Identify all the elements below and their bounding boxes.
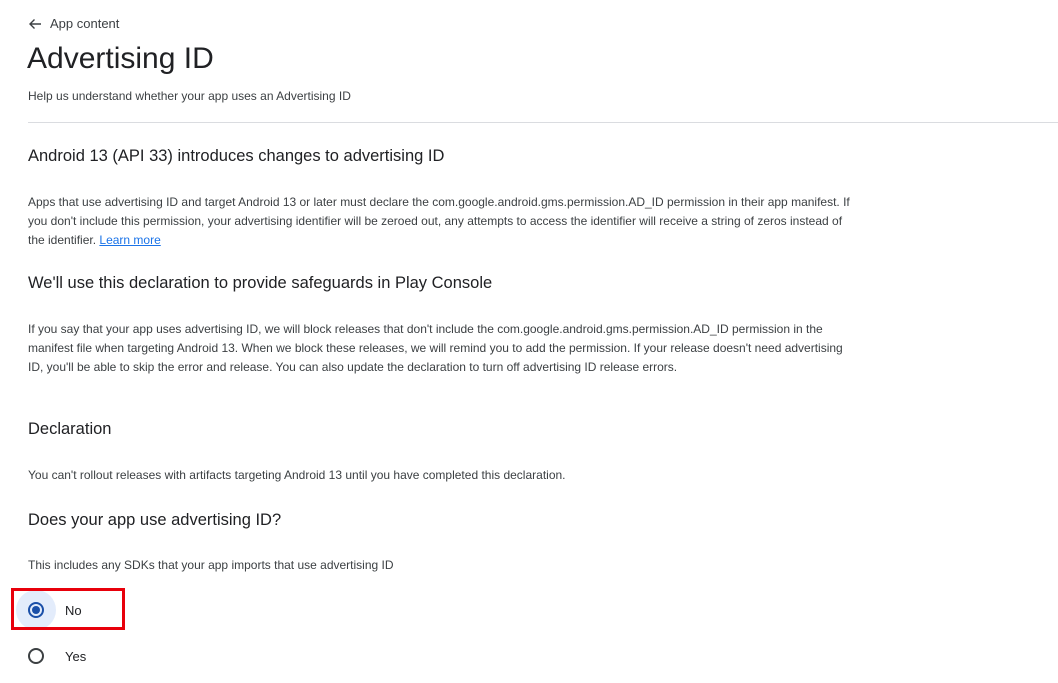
header-divider (28, 122, 1058, 123)
page-title: Advertising ID (27, 42, 214, 75)
radio-label-yes: Yes (65, 648, 87, 664)
back-link-label: App content (50, 16, 120, 31)
learn-more-link[interactable]: Learn more (99, 233, 160, 247)
radio-label-no: No (65, 602, 82, 618)
radio-halo (16, 636, 56, 676)
section-heading-android13: Android 13 (API 33) introduces changes t… (28, 147, 445, 165)
radio-option-no[interactable]: No (16, 590, 82, 630)
section-body-safeguards: If you say that your app uses advertisin… (28, 322, 843, 374)
section-body-android13: Apps that use advertising ID and target … (28, 195, 850, 247)
radio-dot (32, 606, 40, 614)
arrow-left-icon (28, 17, 42, 31)
section-heading-question: Does your app use advertising ID? (28, 511, 282, 529)
radio-option-yes[interactable]: Yes (16, 636, 86, 676)
section-heading-declaration: Declaration (28, 420, 112, 438)
section-body-declaration: You can't rollout releases with artifact… (28, 468, 566, 482)
back-link[interactable]: App content (28, 16, 119, 31)
radio-checked-icon[interactable] (28, 602, 44, 618)
section-body-question: This includes any SDKs that your app imp… (28, 558, 394, 572)
section-heading-safeguards: We'll use this declaration to provide sa… (28, 274, 493, 292)
radio-focus-halo (16, 590, 56, 630)
radio-unchecked-icon[interactable] (28, 648, 44, 664)
page-subtitle: Help us understand whether your app uses… (28, 89, 351, 103)
